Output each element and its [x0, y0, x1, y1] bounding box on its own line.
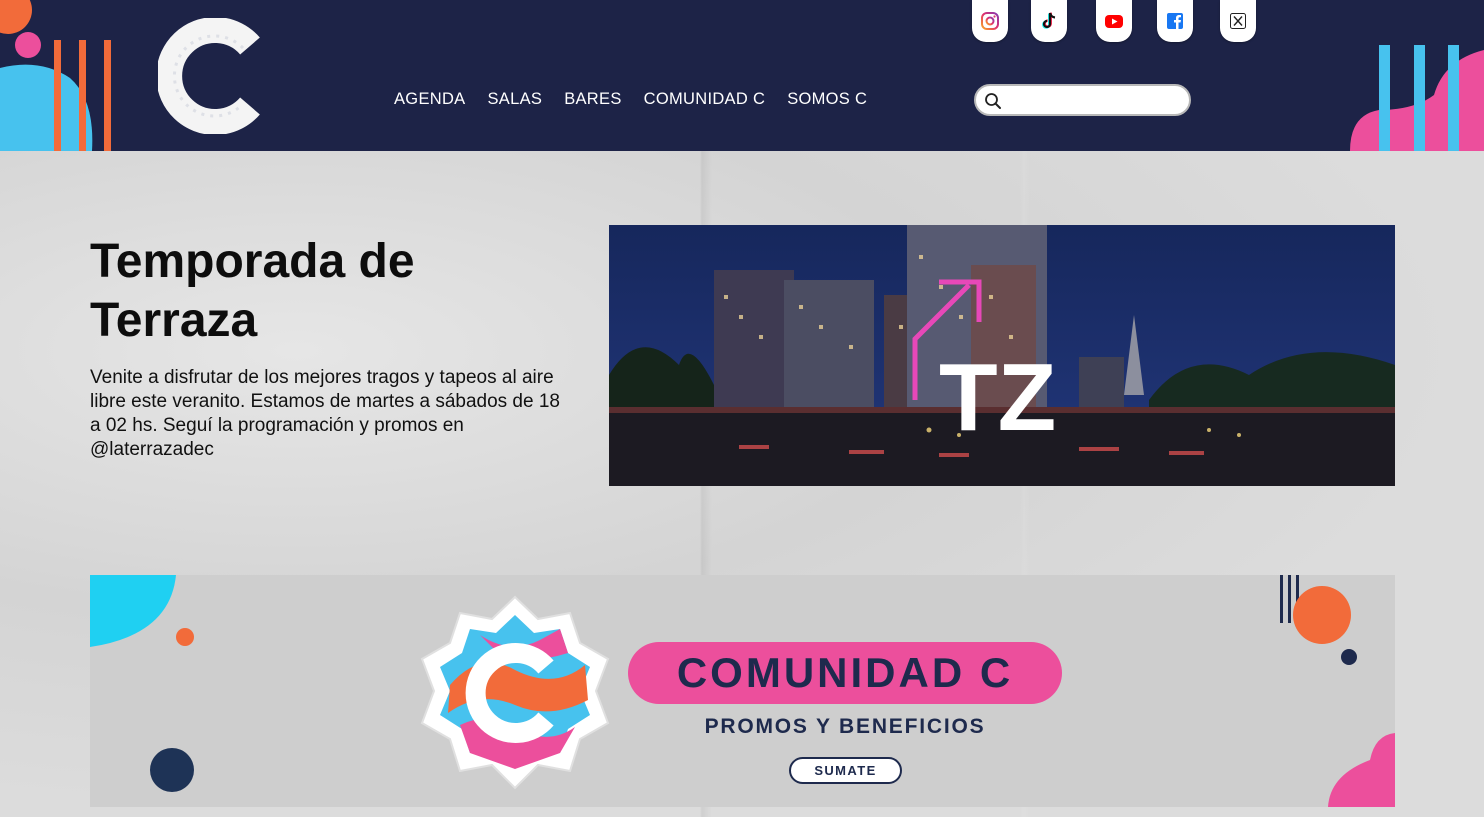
comunidad-c-banner[interactable]: COMUNIDAD C PROMOS Y BENEFICIOS SUMATE	[90, 575, 1395, 807]
youtube-icon	[1105, 15, 1123, 28]
comunidad-c-badge	[420, 595, 610, 790]
nav-salas[interactable]: SALAS	[487, 90, 542, 109]
banner-subtitle: PROMOS Y BENEFICIOS	[704, 715, 986, 738]
page-title: Temporada de Terraza	[90, 235, 415, 347]
x-link[interactable]	[1220, 0, 1256, 42]
header-left-decoration	[0, 0, 111, 151]
facebook-icon	[1167, 13, 1183, 29]
tiktok-icon	[1042, 12, 1056, 29]
comunidad-c-title-pill: COMUNIDAD C	[628, 642, 1062, 704]
search-icon	[985, 93, 1001, 109]
nav-agenda[interactable]: AGENDA	[394, 90, 465, 109]
sumate-button[interactable]: SUMATE	[789, 757, 902, 784]
terraza-hero-image[interactable]: TZ	[609, 225, 1395, 486]
instagram-icon	[981, 12, 999, 30]
main-nav: AGENDA SALAS BARES COMUNIDAD C SOMOS C	[394, 90, 889, 109]
x-icon	[1230, 13, 1246, 29]
search-input[interactable]	[1008, 90, 1178, 110]
site-logo[interactable]	[158, 18, 268, 134]
nav-bares[interactable]: BARES	[564, 90, 621, 109]
terraza-logo-mark: TZ	[939, 344, 1056, 451]
nav-comunidad-c[interactable]: COMUNIDAD C	[644, 90, 766, 109]
site-header: AGENDA SALAS BARES COMUNIDAD C SOMOS C	[0, 0, 1484, 151]
youtube-link[interactable]	[1096, 0, 1132, 42]
tiktok-link[interactable]	[1031, 0, 1067, 42]
search-box[interactable]	[974, 84, 1191, 116]
header-right-decoration	[1350, 45, 1484, 151]
instagram-link[interactable]	[972, 0, 1008, 42]
nav-somos-c[interactable]: SOMOS C	[787, 90, 867, 109]
facebook-link[interactable]	[1157, 0, 1193, 42]
banner-title: COMUNIDAD C	[676, 649, 1014, 696]
hero-description: Venite a disfrutar de los mejores tragos…	[90, 367, 560, 460]
